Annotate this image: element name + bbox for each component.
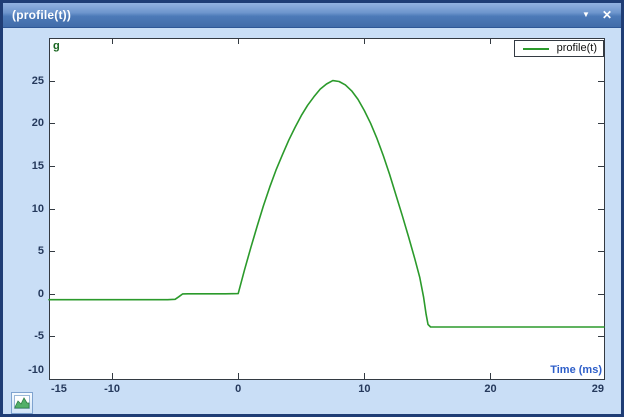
close-icon[interactable]: ✕ <box>602 9 612 21</box>
plot-canvas[interactable] <box>6 31 624 417</box>
legend-line-sample <box>523 48 549 50</box>
graph-area: g Time (ms) profile(t) 25 20 15 10 5 0 -5 -10 -1… <box>6 31 624 417</box>
graph-palette-button[interactable] <box>11 392 33 414</box>
x-tick-label: 29 <box>592 383 604 395</box>
x-tick-label: 0 <box>235 383 241 395</box>
plot-background <box>50 39 605 380</box>
y-tick-label: 5 <box>6 244 44 258</box>
window-title: (profile(t)) <box>12 8 71 22</box>
mini-chart-icon <box>14 395 30 412</box>
x-axis-label: Time (ms) <box>550 364 602 376</box>
x-tick-label: 10 <box>358 383 370 395</box>
titlebar[interactable]: (profile(t)) ▼ ✕ <box>3 3 621 28</box>
y-tick-label: -10 <box>6 363 44 377</box>
x-tick-label: -15 <box>51 383 67 395</box>
y-tick-label: 0 <box>6 287 44 301</box>
plot-window: (profile(t)) ▼ ✕ g Time (ms) profile(t) … <box>0 0 624 417</box>
y-tick-label: -5 <box>6 329 44 343</box>
x-tick-label: -10 <box>104 383 120 395</box>
y-tick-label: 10 <box>6 202 44 216</box>
legend-series-label: profile(t) <box>557 43 597 54</box>
titlebar-buttons: ▼ ✕ <box>582 9 612 21</box>
y-tick-label: 15 <box>6 159 44 173</box>
y-tick-label: 25 <box>6 74 44 88</box>
legend[interactable]: profile(t) <box>514 40 604 57</box>
x-tick-label: 20 <box>484 383 496 395</box>
y-tick-label: 20 <box>6 116 44 130</box>
y-axis-unit-label: g <box>53 40 60 52</box>
dropdown-caret-icon[interactable]: ▼ <box>582 11 590 19</box>
